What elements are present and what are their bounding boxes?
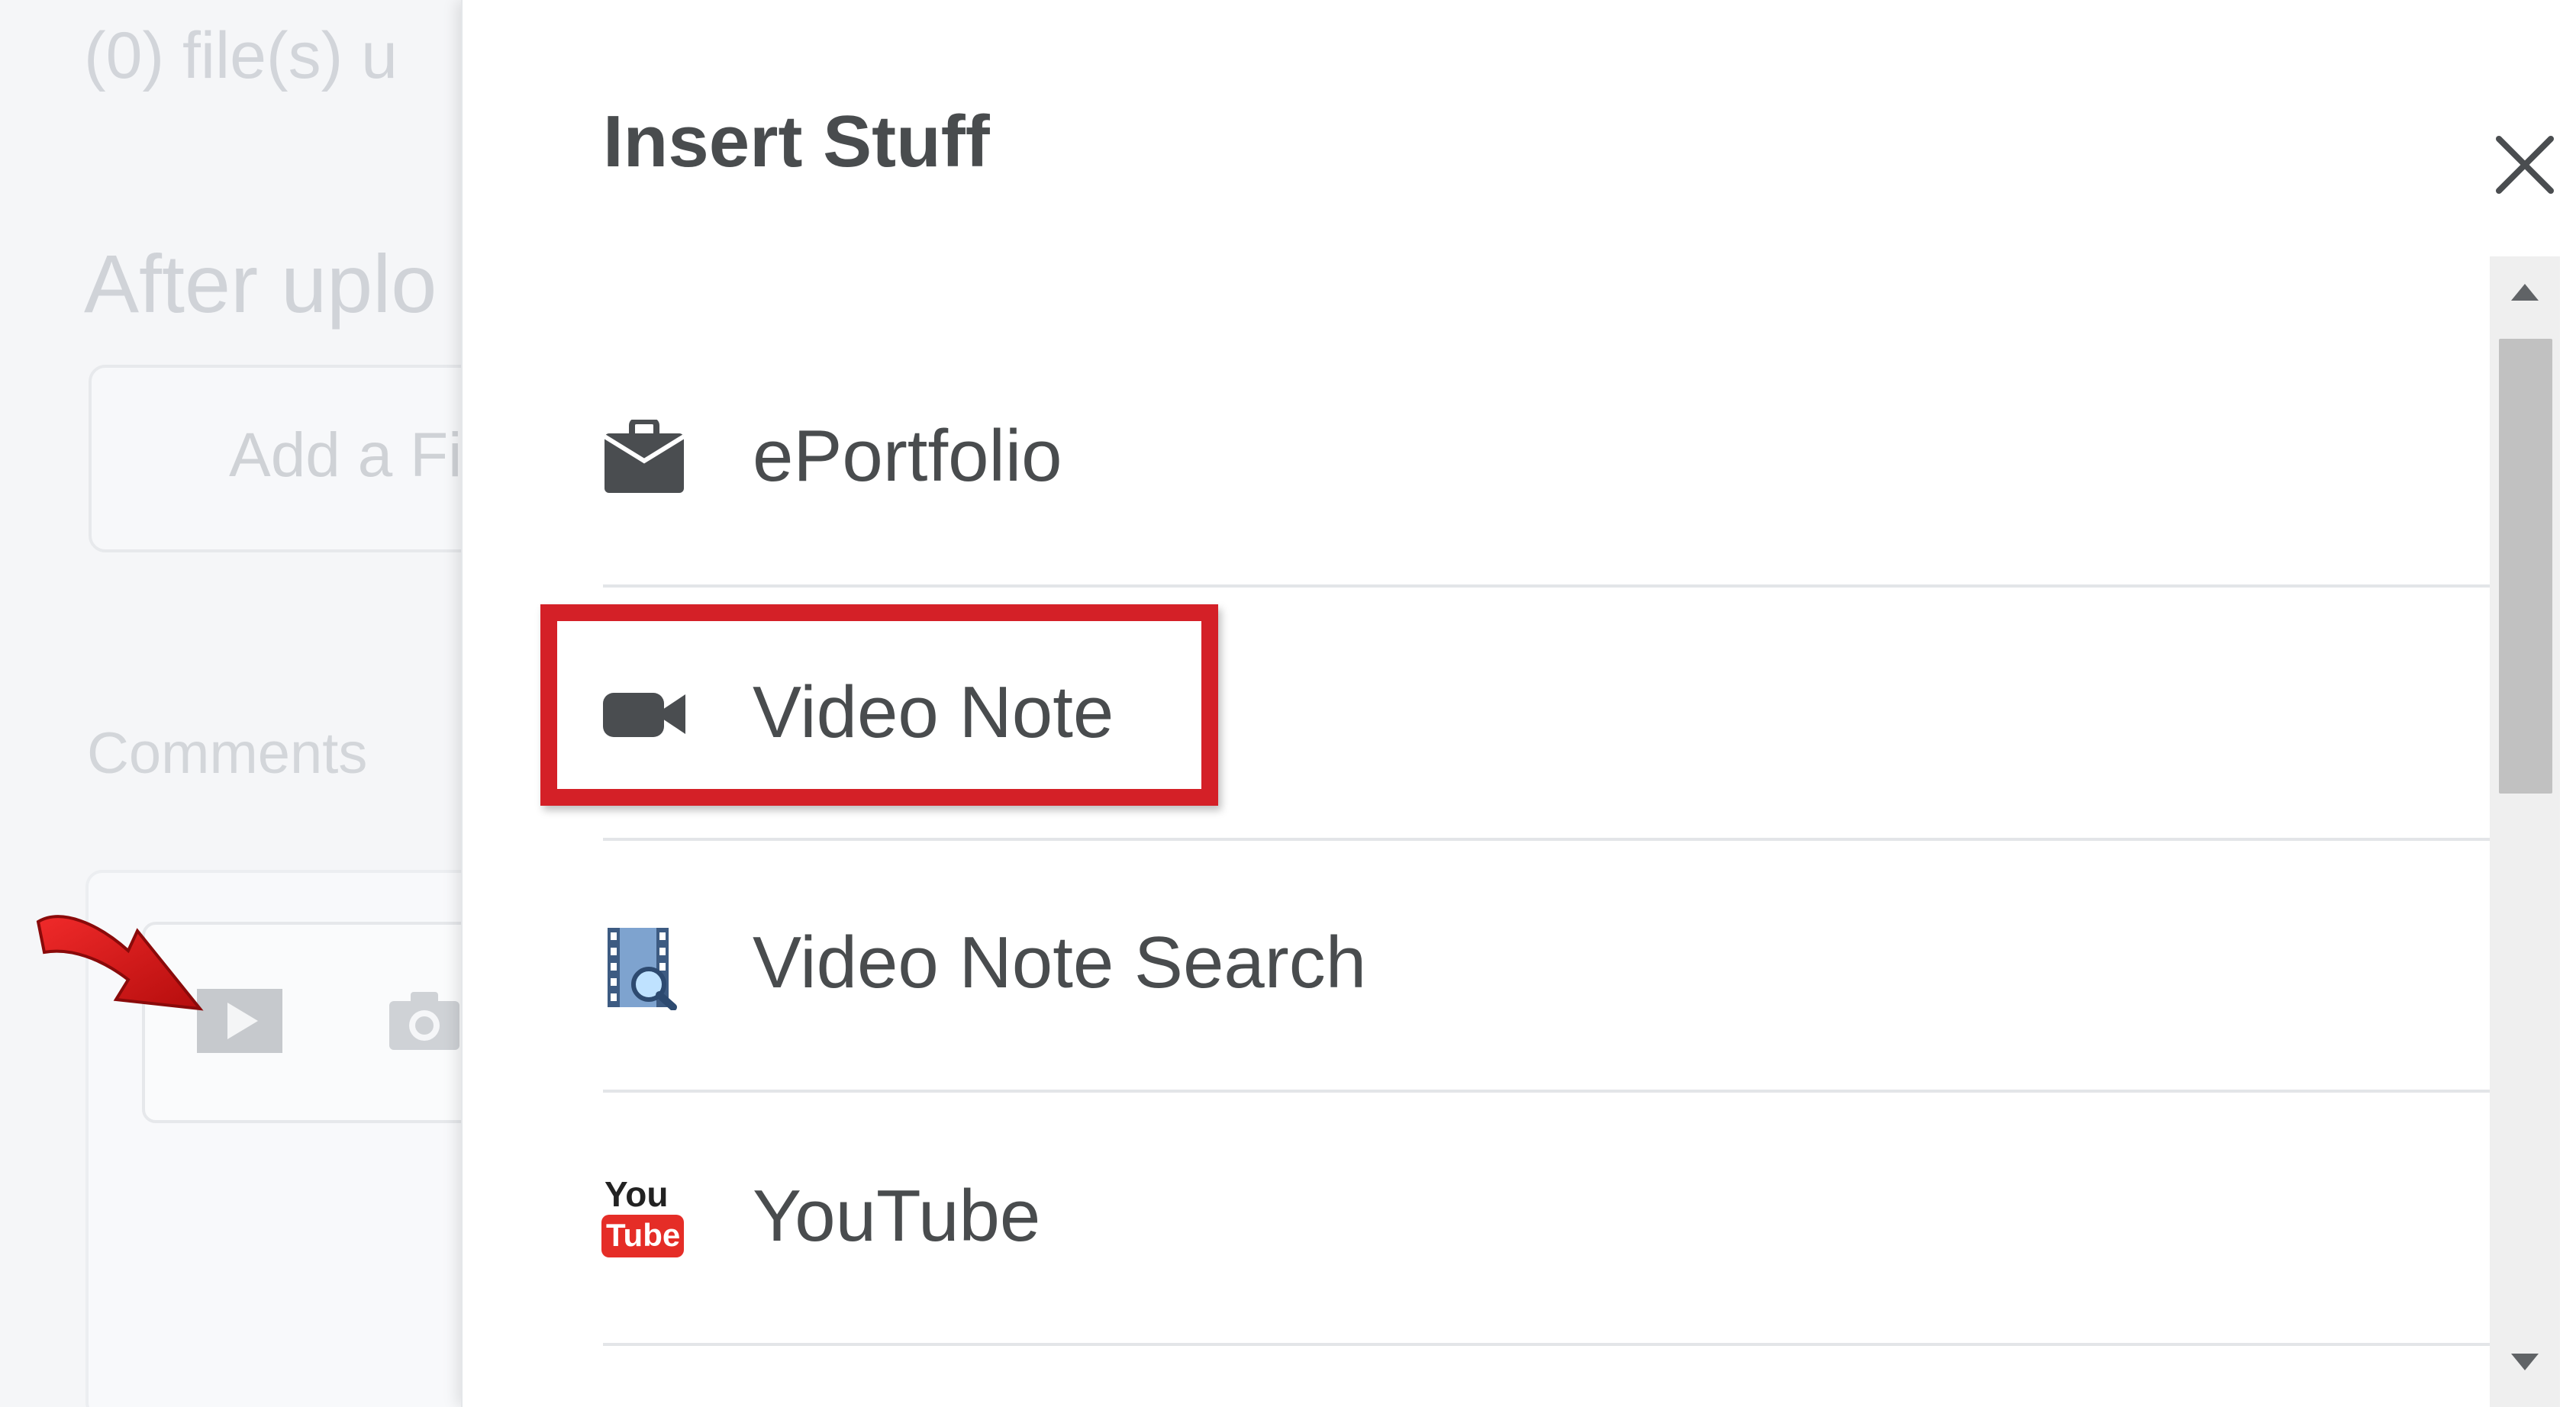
- add-file-label: Add a Fi: [229, 420, 463, 490]
- close-icon: [2496, 136, 2554, 194]
- divider: [603, 1343, 2491, 1346]
- youtube-icon-you: You: [605, 1174, 669, 1214]
- scroll-down-icon[interactable]: [2508, 1351, 2542, 1373]
- menu-item-video-note-search[interactable]: Video Note Search: [600, 841, 2536, 1093]
- menu-item-label: ePortfolio: [753, 415, 1062, 497]
- scroll-thumb[interactable]: [2499, 339, 2552, 794]
- camera-button[interactable]: [388, 989, 461, 1053]
- youtube-icon-tube: Tube: [606, 1217, 681, 1253]
- menu-item-label: YouTube: [753, 1175, 1041, 1257]
- comments-label: Comments: [87, 721, 368, 786]
- menu-item-video-note[interactable]: Video Note: [600, 588, 2536, 839]
- menu-item-label: Video Note: [753, 671, 1114, 753]
- menu-item-youtube[interactable]: You Tube YouTube: [600, 1093, 2536, 1344]
- panel-scrollbar[interactable]: [2490, 256, 2560, 1407]
- after-upload-heading: After uplo: [84, 237, 437, 330]
- red-arrow-annotation: [36, 915, 204, 1011]
- screen: (0) file(s) u After uplo Add a Fi Commen…: [0, 0, 2576, 1407]
- close-button[interactable]: [2488, 128, 2561, 201]
- insert-stuff-dialog: Insert Stuff ePortfolio Video Note Video…: [461, 0, 2576, 1407]
- files-count-text: (0) file(s) u: [84, 19, 398, 92]
- video-camera-icon: [603, 693, 685, 737]
- menu-item-label: Video Note Search: [753, 922, 1367, 1003]
- menu-item-eportfolio[interactable]: ePortfolio: [600, 330, 2536, 581]
- film-search-icon: [608, 928, 677, 1010]
- briefcase-icon: [603, 420, 685, 493]
- scroll-up-icon[interactable]: [2508, 281, 2542, 304]
- camera-icon: [389, 992, 459, 1050]
- dialog-title: Insert Stuff: [603, 101, 990, 182]
- youtube-icon: You Tube: [601, 1177, 684, 1261]
